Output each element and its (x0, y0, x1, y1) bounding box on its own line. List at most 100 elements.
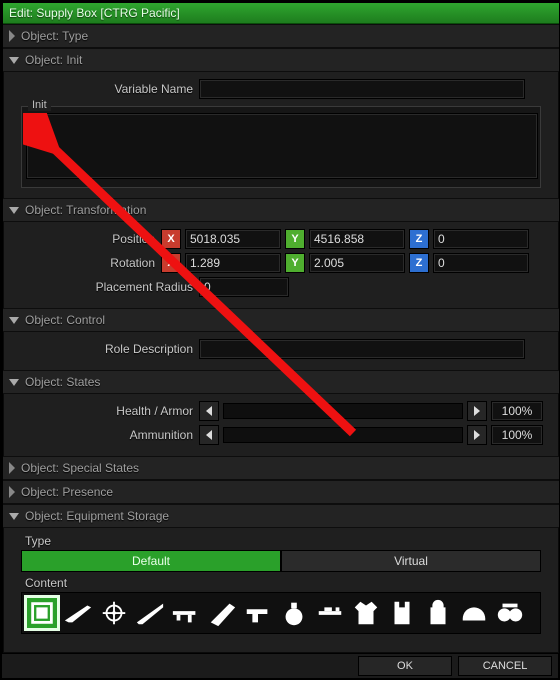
section-title: Object: Presence (21, 485, 113, 499)
section-header-special-states[interactable]: Object: Special States (3, 456, 559, 480)
helmet-icon (459, 598, 489, 628)
axis-x-icon: X (161, 253, 181, 273)
cancel-button[interactable]: CANCEL (458, 656, 552, 676)
caret-right-icon (9, 486, 15, 498)
triangle-right-icon (474, 406, 480, 416)
section-title: Object: Control (25, 313, 105, 327)
launcher-icon (207, 598, 237, 628)
ok-button[interactable]: OK (358, 656, 452, 676)
ammo-increase-button[interactable] (467, 425, 487, 445)
title-bar[interactable]: Edit: Supply Box [CTRG Pacific] (3, 3, 559, 24)
equip-category-attachment[interactable] (312, 595, 348, 631)
section-states: Health / Armor Ammunition (3, 394, 559, 456)
rotation-xyz: X Y Z (161, 253, 529, 273)
equip-category-uniform[interactable] (348, 595, 384, 631)
position-z-input[interactable] (433, 229, 529, 249)
init-textarea[interactable] (26, 113, 538, 179)
rifle-icon (63, 598, 93, 628)
health-bar[interactable] (223, 403, 463, 419)
section-header-equipment[interactable]: Object: Equipment Storage (3, 504, 559, 528)
health-slider (199, 401, 543, 421)
section-init: Variable Name Init (3, 72, 559, 198)
ammo-slider (199, 425, 543, 445)
position-y-input[interactable] (309, 229, 405, 249)
pistol-icon (243, 598, 273, 628)
equipment-type-label: Type (25, 534, 559, 548)
position-x-input[interactable] (185, 229, 281, 249)
equip-category-backpack[interactable] (420, 595, 456, 631)
section-title: Object: Special States (21, 461, 139, 475)
section-header-transformation[interactable]: Object: Transformation (3, 198, 559, 222)
section-title: Object: States (25, 375, 100, 389)
grenade-icon (279, 598, 309, 628)
caret-right-icon (9, 462, 15, 474)
equip-category-rifle[interactable] (60, 595, 96, 631)
position-label: Position (3, 232, 161, 246)
window-title: Edit: Supply Box [CTRG Pacific] (9, 6, 180, 20)
health-decrease-button[interactable] (199, 401, 219, 421)
ammo-bar[interactable] (223, 427, 463, 443)
triangle-left-icon (206, 430, 212, 440)
ammunition-label: Ammunition (3, 428, 199, 442)
section-equipment: Type Default Virtual Content (3, 528, 559, 642)
caret-down-icon (9, 317, 19, 324)
equip-category-helmet[interactable] (456, 595, 492, 631)
equipment-type-tabs: Default Virtual (21, 550, 541, 572)
scope-icon (99, 598, 129, 628)
ammo-value-input[interactable] (491, 425, 543, 445)
health-increase-button[interactable] (467, 401, 487, 421)
placement-radius-label: Placement Radius (3, 280, 199, 294)
equip-category-nvg[interactable] (492, 595, 528, 631)
equip-category-scope[interactable] (96, 595, 132, 631)
machinegun-icon (171, 598, 201, 628)
init-fieldset: Init (21, 106, 541, 188)
rotation-y-input[interactable] (309, 253, 405, 273)
section-title: Object: Transformation (25, 203, 146, 217)
vest-icon (387, 598, 417, 628)
axis-z-icon: Z (409, 253, 429, 273)
section-header-presence[interactable]: Object: Presence (3, 480, 559, 504)
equip-category-grenade[interactable] (276, 595, 312, 631)
tab-default[interactable]: Default (21, 550, 281, 572)
section-header-states[interactable]: Object: States (3, 370, 559, 394)
nvg-icon (495, 598, 525, 628)
section-control: Role Description (3, 332, 559, 370)
health-value-input[interactable] (491, 401, 543, 421)
equip-category-pistol[interactable] (240, 595, 276, 631)
tab-virtual[interactable]: Virtual (281, 550, 541, 572)
placement-radius-input[interactable] (199, 277, 289, 297)
equip-category-crate[interactable] (24, 595, 60, 631)
section-title: Object: Equipment Storage (25, 509, 169, 523)
health-label: Health / Armor (3, 404, 199, 418)
sniper-icon (135, 598, 165, 628)
triangle-right-icon (474, 430, 480, 440)
equip-category-machinegun[interactable] (168, 595, 204, 631)
rotation-z-input[interactable] (433, 253, 529, 273)
editor-window: Edit: Supply Box [CTRG Pacific] Object: … (2, 2, 560, 654)
crate-icon (27, 598, 57, 628)
section-header-control[interactable]: Object: Control (3, 308, 559, 332)
equip-category-launcher[interactable] (204, 595, 240, 631)
equipment-content-label: Content (25, 576, 559, 590)
attachment-icon (315, 598, 345, 628)
section-header-init[interactable]: Object: Init (3, 48, 559, 72)
role-description-input[interactable] (199, 339, 525, 359)
variable-name-input[interactable] (199, 79, 525, 99)
caret-right-icon (9, 30, 15, 42)
window-body: Object: Type Object: Init Variable Name … (3, 24, 559, 653)
caret-down-icon (9, 379, 19, 386)
axis-y-icon: Y (285, 253, 305, 273)
axis-z-icon: Z (409, 229, 429, 249)
equip-category-sniper[interactable] (132, 595, 168, 631)
equip-category-vest[interactable] (384, 595, 420, 631)
caret-down-icon (9, 513, 19, 520)
init-legend: Init (28, 99, 51, 111)
section-header-type[interactable]: Object: Type (3, 24, 559, 48)
ammo-decrease-button[interactable] (199, 425, 219, 445)
section-title: Object: Init (25, 53, 82, 67)
section-transformation: Position X Y Z Rotation X Y Z (3, 222, 559, 308)
rotation-x-input[interactable] (185, 253, 281, 273)
equipment-category-row (21, 592, 541, 634)
position-xyz: X Y Z (161, 229, 529, 249)
caret-down-icon (9, 57, 19, 64)
